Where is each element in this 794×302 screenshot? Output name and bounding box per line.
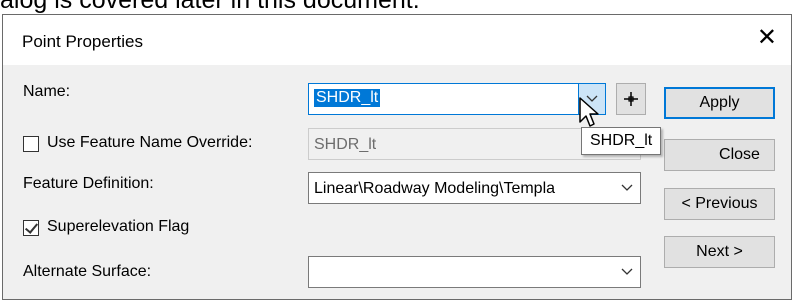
background-document-text: alog is covered later in this document. (0, 0, 420, 14)
dialog-title: Point Properties (22, 32, 143, 51)
alternate-surface-label: Alternate Surface: (23, 263, 152, 280)
close-button[interactable]: Close (664, 139, 775, 171)
name-value: SHDR_lt (314, 89, 381, 107)
override-name-value: SHDR_lt (314, 136, 377, 153)
title-bar: Point Properties ✕ (3, 15, 791, 65)
point-properties-dialog: Point Properties ✕ Name: SHDR_lt Apply U… (2, 14, 792, 300)
superelevation-label: Superelevation Flag (47, 218, 190, 235)
feature-definition-label: Feature Definition: (23, 175, 154, 192)
pick-point-button[interactable] (616, 83, 646, 115)
mouse-pointer-icon (579, 97, 599, 127)
feature-definition-dropdown-button[interactable] (614, 173, 640, 203)
alternate-surface-dropdown-button[interactable] (614, 257, 640, 287)
alternate-surface-select[interactable] (308, 256, 641, 288)
override-checkbox[interactable] (23, 136, 39, 152)
feature-definition-value: Linear\Roadway Modeling\Templa (314, 180, 556, 197)
override-label: Use Feature Name Override: (47, 134, 253, 151)
feature-definition-select[interactable]: Linear\Roadway Modeling\Templa (308, 172, 641, 204)
chevron-down-icon (621, 268, 633, 275)
name-combobox[interactable]: SHDR_lt (308, 83, 606, 115)
name-label: Name: (23, 83, 71, 100)
close-icon[interactable]: ✕ (757, 25, 777, 49)
superelevation-checkbox[interactable] (23, 220, 39, 236)
checkmark-icon (24, 220, 39, 234)
chevron-down-icon (621, 184, 633, 191)
crosshair-icon (624, 92, 638, 106)
apply-button[interactable]: Apply (664, 87, 775, 119)
previous-button[interactable]: < Previous (664, 188, 775, 220)
close-button-label: Close (719, 146, 760, 163)
name-tooltip: SHDR_lt (581, 127, 662, 155)
next-button[interactable]: Next > (664, 236, 775, 268)
